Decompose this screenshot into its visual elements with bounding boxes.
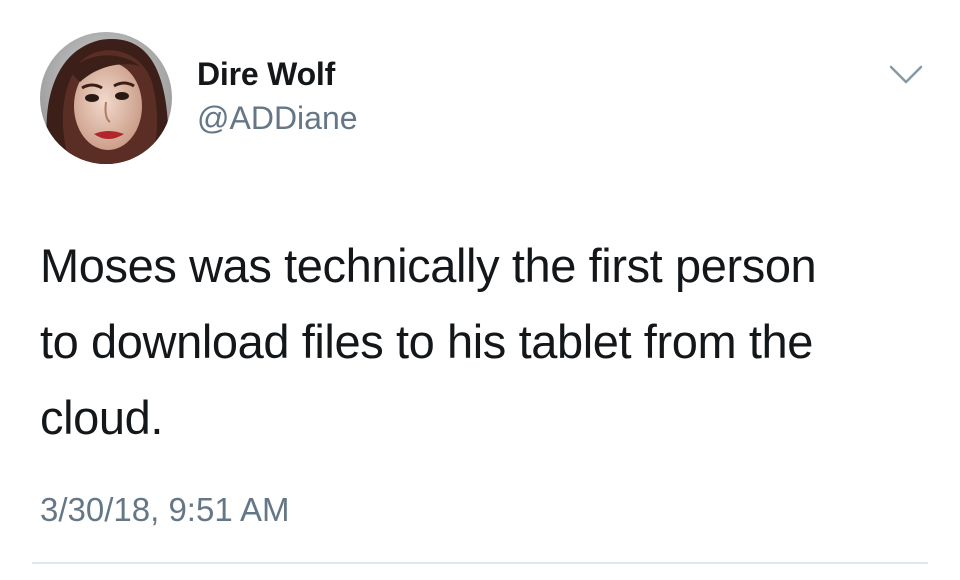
- tweet-card: Dire Wolf @ADDiane Moses was technically…: [0, 0, 960, 580]
- user-handle[interactable]: @ADDiane: [197, 100, 358, 136]
- tweet-timestamp[interactable]: 3/30/18, 9:51 AM: [40, 490, 290, 530]
- divider: [32, 562, 928, 564]
- profile-photo-icon: [40, 32, 172, 164]
- display-name[interactable]: Dire Wolf: [197, 56, 358, 92]
- tweet-text: Moses was technically the first person t…: [40, 239, 817, 444]
- avatar[interactable]: [40, 32, 172, 164]
- tweet-author[interactable]: Dire Wolf @ADDiane: [197, 56, 358, 136]
- chevron-down-icon[interactable]: [889, 64, 923, 86]
